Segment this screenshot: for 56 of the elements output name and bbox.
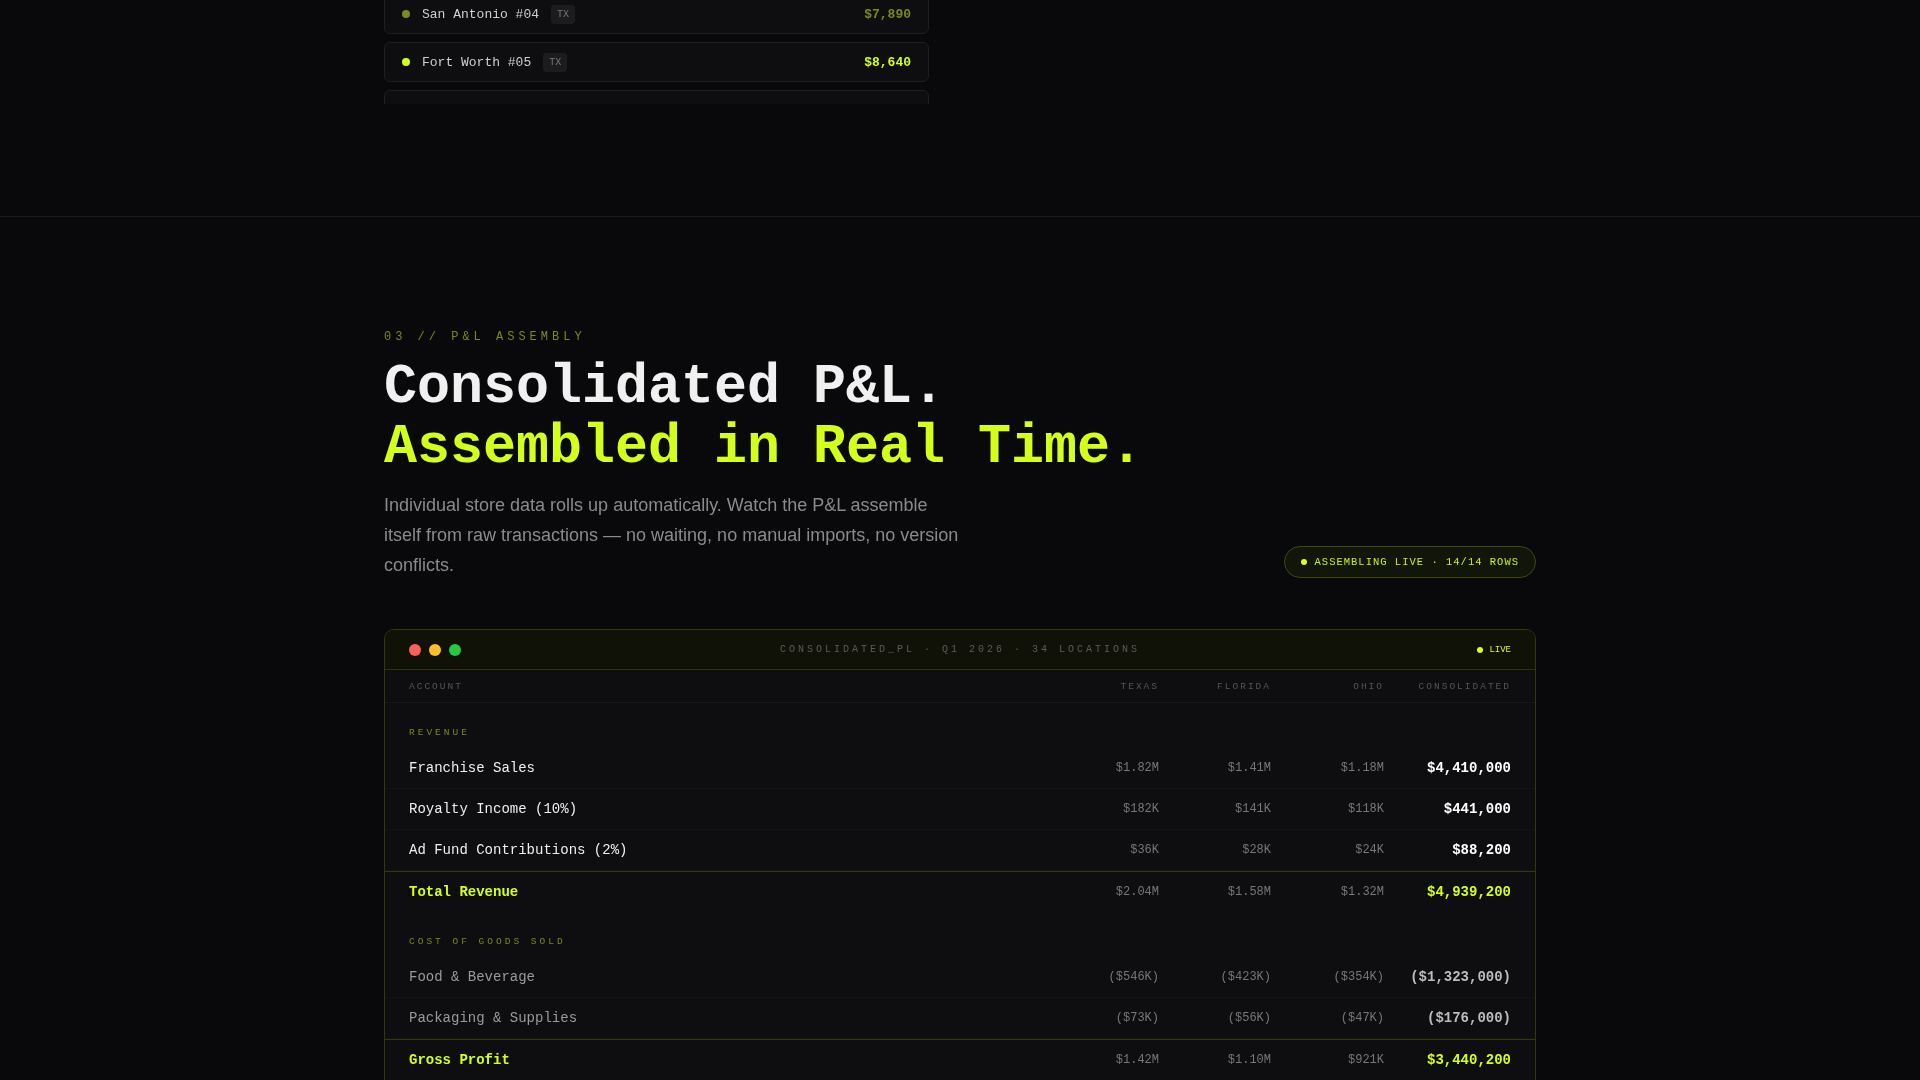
window-controls-icon — [409, 643, 461, 656]
table-cell-text: $2.04M — [1114, 885, 1159, 899]
account-name: Franchise Sales — [409, 760, 537, 776]
table-cell-text: $182K — [1122, 802, 1159, 816]
table-cell-text: $1.10M — [1226, 1053, 1271, 1067]
table-cell-text: $141K — [1234, 802, 1271, 816]
table-cell-text: ($176,000) — [1426, 1010, 1511, 1026]
table-cell-text: $1.42M — [1114, 1053, 1159, 1067]
table-cell-text: ($73K) — [1114, 1011, 1159, 1025]
table-cell-text: ($354K) — [1332, 970, 1384, 984]
window-title: CONSOLIDATED_PL · Q1 2026 · 34 LOCATIONS — [780, 644, 1141, 655]
column-header: OHIO — [1352, 680, 1384, 692]
table-cell-text: $1.41M — [1226, 761, 1271, 775]
table-cell-text: $1.58M — [1226, 885, 1271, 899]
table-cell-text: $88,200 — [1451, 842, 1511, 858]
store-name: Fort Worth #05 — [422, 54, 532, 70]
live-badge: ASSEMBLING LIVE · 14/14 ROWS — [1283, 546, 1536, 578]
table-cell-text: ($423K) — [1219, 970, 1271, 984]
column-header: ACCOUNT — [409, 680, 464, 692]
table-cell-text: $4,410,000 — [1426, 760, 1511, 776]
live-indicator: LIVE — [1140, 644, 1511, 655]
table-cell-text: ($56K) — [1226, 1011, 1271, 1025]
table-cell-text: $118K — [1347, 802, 1384, 816]
table-cell-text: $24K — [1354, 843, 1384, 857]
table-cell-text: $441,000 — [1442, 801, 1511, 817]
table-cell-text: $1.18M — [1339, 761, 1384, 775]
state-tag: TX — [543, 52, 568, 72]
table-cell-text: ($546K) — [1107, 970, 1159, 984]
state-tag: TX — [551, 4, 576, 24]
table-cell-text: $4,939,200 — [1426, 884, 1511, 900]
table-cell-text: ($47K) — [1339, 1011, 1384, 1025]
headline-accent: Assembled in Real Time. — [384, 418, 1144, 478]
table-cell-text: ($1,323,000) — [1409, 969, 1511, 985]
account-name: Gross Profit — [409, 1052, 511, 1068]
table-cell-text: $3,440,200 — [1426, 1052, 1511, 1068]
account-name: Food & Beverage — [409, 969, 537, 985]
table-cell-text: $1.32M — [1339, 885, 1384, 899]
headline: Consolidated P&L. — [384, 358, 947, 418]
table-cell-text: $921K — [1347, 1053, 1384, 1067]
store-amount: $8,640 — [864, 54, 911, 70]
table-cell-text: $28K — [1241, 843, 1271, 857]
description: Individual store data rolls up automatically. Watch the P&L assemble itself from raw transactions — no waiting, no manual imports, no version conflicts. — [384, 494, 959, 577]
section-label: COST OF GOODS SOLD — [409, 936, 567, 947]
store-name: San Antonio #04 — [422, 6, 540, 22]
column-header: CONSOLIDATED — [1417, 680, 1511, 692]
store-amount: $7,890 — [864, 6, 911, 22]
table-cell-text: $1.82M — [1114, 761, 1159, 775]
account-name: Ad Fund Contributions (2%) — [409, 842, 629, 858]
section-label: REVENUE — [409, 727, 471, 738]
account-name: Total Revenue — [409, 884, 520, 900]
account-name: Packaging & Supplies — [409, 1010, 579, 1026]
column-header: TEXAS — [1119, 680, 1159, 692]
account-name: Royalty Income (10%) — [409, 801, 579, 817]
section-eyebrow: 03 // P&L ASSEMBLY — [384, 330, 587, 344]
table-cell-text: $36K — [1129, 843, 1159, 857]
column-header: FLORIDA — [1216, 680, 1271, 692]
